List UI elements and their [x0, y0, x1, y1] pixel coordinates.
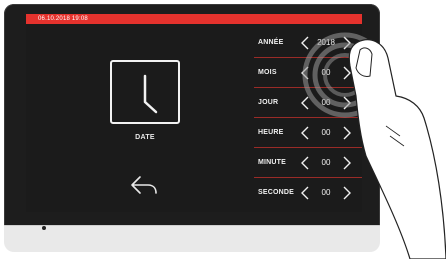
setting-label: JOUR	[258, 99, 279, 106]
page-title: DATE	[135, 134, 155, 141]
camera-sensor	[42, 226, 46, 230]
setting-label: MINUTE	[258, 159, 287, 166]
chevron-left-icon	[301, 156, 309, 170]
decrement-button[interactable]	[298, 124, 312, 142]
device-bottom-bezel	[4, 225, 380, 252]
setting-label: HEURE	[258, 129, 284, 136]
decrement-button[interactable]	[298, 184, 312, 202]
chevron-left-icon	[301, 126, 309, 140]
setting-label: ANNÉE	[258, 39, 284, 46]
setting-value: 00	[321, 188, 331, 197]
back-arrow-icon	[131, 176, 157, 194]
status-datetime: 06.10.2018 19:08	[38, 16, 88, 22]
pointing-hand-illustration	[348, 39, 446, 259]
setting-value: 00	[321, 158, 331, 167]
clock-icon	[110, 60, 180, 124]
chevron-left-icon	[301, 186, 309, 200]
setting-label: SECONDE	[258, 189, 295, 196]
back-button[interactable]	[128, 174, 160, 196]
decrement-button[interactable]	[298, 154, 312, 172]
setting-label: MOIS	[258, 69, 277, 76]
status-bar: 06.10.2018 19:08	[26, 14, 362, 24]
setting-value: 00	[321, 128, 331, 137]
